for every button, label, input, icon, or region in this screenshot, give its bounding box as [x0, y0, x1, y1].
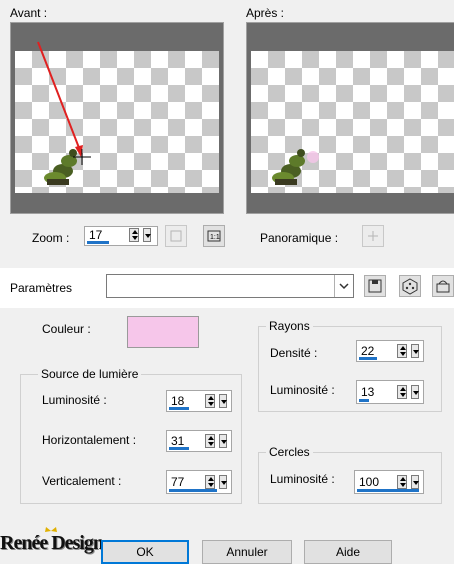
- dropdown-icon[interactable]: [411, 385, 419, 399]
- source-luminosite-stepper[interactable]: 18: [166, 390, 232, 412]
- rayons-luminosite-level: [359, 399, 369, 402]
- after-preview-label: Après :: [246, 6, 285, 20]
- random-button[interactable]: [399, 275, 421, 297]
- help-button[interactable]: Aide: [304, 540, 392, 564]
- cercles-title: Cercles: [266, 445, 313, 459]
- densite-value: 22: [361, 344, 375, 358]
- zoom-dropdown-icon[interactable]: [143, 228, 151, 242]
- ok-button[interactable]: OK: [101, 540, 189, 564]
- reset-icon: [436, 280, 450, 293]
- verticalement-level: [169, 489, 217, 492]
- rayons-luminosite-label: Luminosité :: [270, 383, 335, 397]
- updown-icon[interactable]: [397, 475, 407, 489]
- zoom-fit-icon: [170, 230, 182, 242]
- soldier-figure: [44, 149, 77, 185]
- source-luminosite-value: 18: [171, 394, 185, 408]
- source-luminosite-label: Luminosité :: [42, 393, 107, 407]
- source-luminosite-level: [169, 407, 189, 410]
- horizontalement-stepper[interactable]: 31: [166, 430, 232, 452]
- direction-arrow: [37, 41, 82, 154]
- source-lumiere-title: Source de lumière: [38, 367, 142, 381]
- light-glow: [307, 151, 319, 163]
- dropdown-icon[interactable]: [411, 475, 419, 489]
- svg-text:1:1: 1:1: [210, 234, 220, 241]
- dice-icon: [402, 278, 418, 295]
- reset-button[interactable]: [432, 275, 454, 297]
- zoom-value: 17: [89, 228, 103, 242]
- actual-size-icon: 1:1: [207, 230, 221, 242]
- cercles-luminosite-label: Luminosité :: [270, 472, 335, 486]
- before-preview[interactable]: [10, 22, 224, 214]
- panoramique-label: Panoramique :: [260, 231, 339, 245]
- horizontalement-value: 31: [171, 434, 185, 448]
- zoom-fit-button[interactable]: [165, 225, 187, 247]
- zoom-actual-size-button[interactable]: 1:1: [203, 225, 225, 247]
- verticalement-label: Verticalement :: [42, 474, 122, 488]
- densite-label: Densité :: [270, 346, 318, 360]
- cancel-button[interactable]: Annuler: [202, 540, 292, 564]
- before-preview-label: Avant :: [10, 6, 48, 20]
- zoom-stepper[interactable]: 17: [84, 226, 158, 246]
- before-preview-art: [37, 41, 91, 185]
- save-preset-button[interactable]: [364, 275, 386, 297]
- after-preview: [246, 22, 454, 214]
- dropdown-icon[interactable]: [219, 475, 227, 489]
- save-icon: [368, 279, 382, 293]
- updown-icon[interactable]: [205, 475, 215, 489]
- parametres-label: Paramètres: [10, 281, 73, 295]
- updown-icon[interactable]: [205, 394, 215, 408]
- densite-level: [359, 357, 377, 360]
- butterfly-icon: [45, 527, 57, 532]
- chevron-down-icon: [334, 275, 353, 297]
- zoom-label: Zoom :: [32, 231, 70, 245]
- cercles-luminosite-level: [357, 489, 419, 492]
- soldier-figure: [272, 149, 305, 185]
- zoom-underline: [87, 241, 109, 244]
- verticalement-value: 77: [171, 475, 185, 489]
- horizontalement-level: [169, 447, 189, 450]
- parametres-dropdown[interactable]: [106, 274, 354, 298]
- couleur-label: Couleur :: [42, 322, 91, 336]
- rayons-luminosite-stepper[interactable]: 13: [356, 380, 424, 404]
- dropdown-icon[interactable]: [411, 344, 419, 358]
- pan-icon: [368, 231, 378, 241]
- cercles-luminosite-value: 100: [359, 475, 380, 489]
- densite-stepper[interactable]: 22: [356, 340, 424, 362]
- after-preview-art: [272, 149, 319, 185]
- updown-icon[interactable]: [397, 385, 407, 399]
- verticalement-stepper[interactable]: 77: [166, 470, 232, 494]
- pan-button[interactable]: [362, 225, 384, 247]
- color-swatch[interactable]: [127, 316, 199, 348]
- cercles-luminosite-stepper[interactable]: 100: [354, 470, 424, 494]
- dropdown-icon[interactable]: [219, 434, 227, 448]
- rayons-luminosite-value: 13: [361, 385, 375, 399]
- zoom-updown-icon[interactable]: [129, 228, 139, 242]
- horizontalement-label: Horizontalement :: [42, 433, 137, 447]
- rayons-title: Rayons: [266, 319, 313, 333]
- dropdown-icon[interactable]: [219, 394, 227, 408]
- updown-icon[interactable]: [205, 434, 215, 448]
- updown-icon[interactable]: [397, 344, 407, 358]
